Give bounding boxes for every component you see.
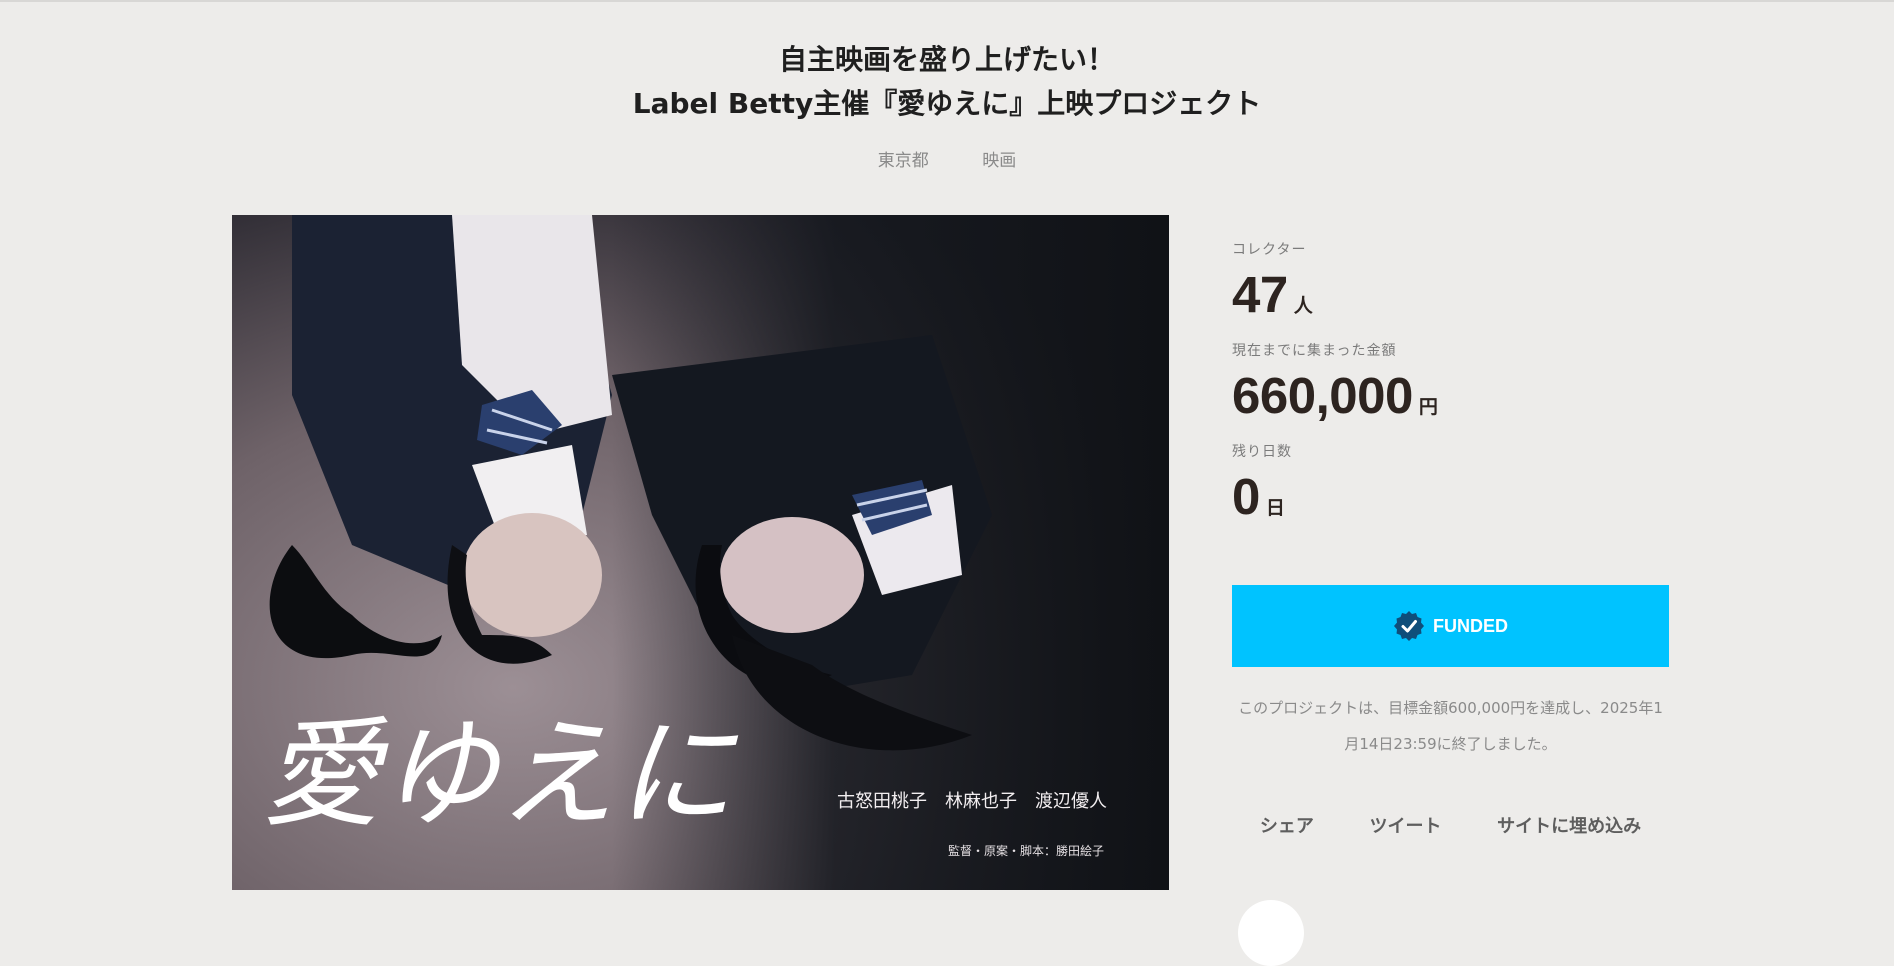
amount-raised: 660,000 [1232,367,1413,424]
poster-title: 愛ゆえに [262,705,739,843]
share-bar: シェア ツイート サイトに埋め込み [1232,812,1669,838]
days-unit: 日 [1265,497,1285,519]
collectors-value-row: 47 人 [1232,260,1669,330]
poster-cast: 古怒田桃子 林麻也子 渡辺優人 [837,791,1107,812]
project-hero-image: 愛ゆえに 古怒田桃子 林麻也子 渡辺優人 監督・原案・脚本：勝田絵子 [232,215,1169,890]
poster-illustration: 愛ゆえに 古怒田桃子 林麻也子 渡辺優人 監督・原案・脚本：勝田絵子 [232,215,1169,890]
project-title-line1: 自主映画を盛り上げたい！ [778,43,1115,76]
amount-stat: 現在までに集まった金額 660,000 円 [1232,341,1669,431]
collectors-label: コレクター [1232,242,1307,258]
completion-note-line1: このプロジェクトは、目標金額600,000円を達成し、2025年1 [1238,699,1663,717]
share-button[interactable]: シェア [1260,812,1314,838]
project-stats: コレクター 47 人 現在までに集まった金額 660,000 円 残り日数 0日 [1232,240,1669,543]
days-stat: 残り日数 0日 [1232,442,1669,532]
collectors-unit: 人 [1293,295,1313,317]
tag-category[interactable]: 映画 [982,146,1016,171]
days-remaining: 0 [1232,468,1260,525]
amount-value-row: 660,000 円 [1232,361,1669,431]
project-title-line2: Label Betty主催『愛ゆえに』上映プロジェクト [632,87,1262,120]
amount-unit: 円 [1418,396,1438,418]
embed-button[interactable]: サイトに埋め込み [1497,812,1641,838]
collectors-stat: コレクター 47 人 [1232,240,1669,330]
completion-note-line2: 月14日23:59に終了しました。 [1344,735,1557,753]
funded-label: FUNDED [1433,615,1508,636]
tweet-button[interactable]: ツイート [1369,812,1441,838]
collectors-count: 47 [1232,266,1288,323]
days-value-row: 0日 [1232,462,1669,532]
avatar[interactable] [1238,900,1304,966]
amount-label: 現在までに集まった金額 [1232,343,1397,359]
poster-credit: 監督・原案・脚本：勝田絵子 [948,843,1104,858]
completion-note: このプロジェクトは、目標金額600,000円を達成し、2025年1 月14日23… [1232,690,1669,762]
days-label: 残り日数 [1232,444,1292,460]
tag-location[interactable]: 東京都 [878,146,929,171]
project-tags: 東京都 映画 [0,146,1894,171]
funded-button[interactable]: FUNDED [1232,585,1669,667]
check-badge-icon [1394,611,1424,641]
top-divider [0,0,1894,2]
project-title: 自主映画を盛り上げたい！ Label Betty主催『愛ゆえに』上映プロジェクト [0,38,1894,126]
